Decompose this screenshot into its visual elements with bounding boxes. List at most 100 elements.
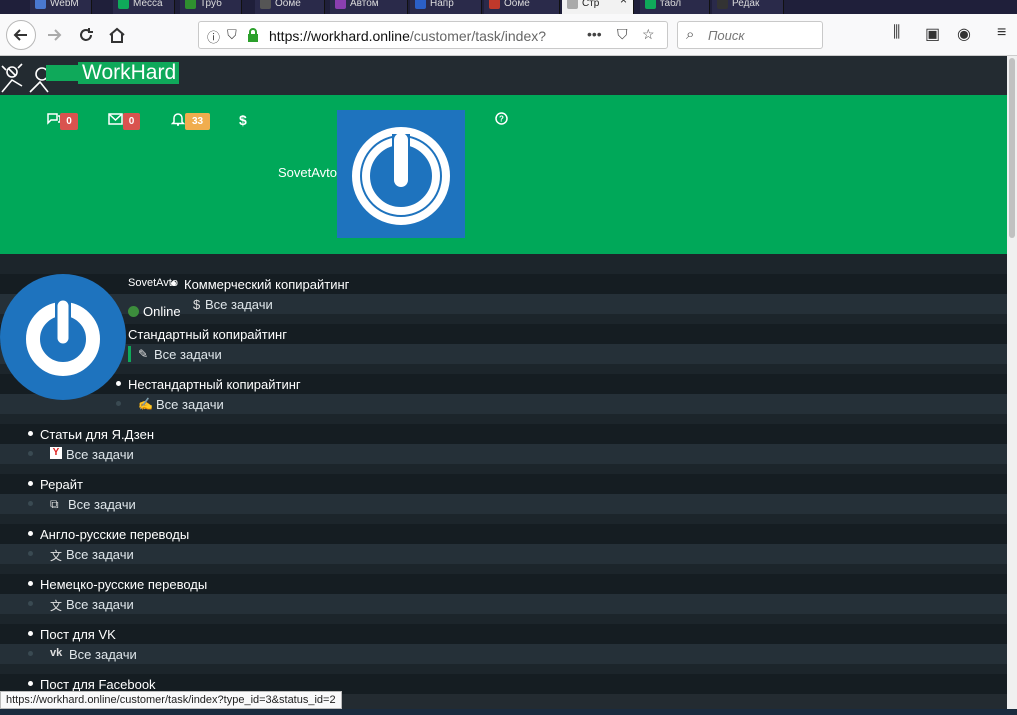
- menu-subitem[interactable]: 文 Все задачи: [0, 544, 1007, 564]
- category-label: Пост для VK: [40, 627, 116, 642]
- reload-button[interactable]: [72, 21, 100, 49]
- bell-icon[interactable]: [170, 112, 186, 129]
- comments-icon[interactable]: [46, 112, 61, 128]
- browser-tab[interactable]: Автом: [330, 0, 408, 14]
- bookmark-star-icon[interactable]: ☆: [642, 26, 655, 43]
- bullet: [116, 381, 121, 386]
- envelope-icon[interactable]: [108, 112, 123, 128]
- browser-tab-active[interactable]: Стр ×: [562, 0, 634, 14]
- menu-hamburger-icon[interactable]: ≡: [997, 24, 1006, 42]
- arrow-left-icon: [13, 29, 27, 41]
- pocket-icon[interactable]: ⛉: [617, 26, 628, 43]
- online-dot-icon: [128, 306, 139, 317]
- edit-icon: ✍: [138, 397, 153, 411]
- search-bar[interactable]: ⌕ Поиск: [677, 21, 823, 49]
- category-label: Рерайт: [40, 477, 84, 492]
- header-username[interactable]: SovetAvto: [278, 165, 337, 180]
- dollar-icon[interactable]: $: [239, 112, 247, 128]
- site-header: WorkHard: [0, 56, 1007, 95]
- link-status-bar: https://workhard.online/customer/task/in…: [0, 691, 342, 709]
- profile-name[interactable]: SovetAvto: [128, 277, 178, 289]
- home-button[interactable]: [103, 21, 131, 49]
- header-avatar[interactable]: [337, 110, 465, 238]
- category-label: Немецко-русские переводы: [40, 577, 208, 592]
- sidebar-icon[interactable]: ▣: [925, 24, 940, 44]
- menu-subitem[interactable]: ⧉ Все задачи: [0, 494, 1007, 514]
- search-icon: ⌕: [686, 26, 695, 43]
- category-label: Стандартный копирайтинг: [128, 327, 287, 342]
- tab-favicon-icon: [489, 0, 500, 9]
- menu-subitem[interactable]: ✍ Все задачи: [0, 394, 1007, 414]
- page-actions-icon[interactable]: •••: [587, 26, 602, 42]
- browser-tab[interactable]: табл: [640, 0, 710, 14]
- subitem-label: Все задачи: [66, 547, 134, 562]
- user-header: 0 0 33 $ SovetAvto ?: [0, 95, 1007, 254]
- tab-favicon-icon: [118, 0, 129, 9]
- menu-subitem-active[interactable]: ✎ Все задачи: [0, 344, 1007, 364]
- reload-icon: [80, 28, 93, 41]
- category-label: Пост для Facebook: [40, 677, 156, 692]
- forward-button[interactable]: [40, 21, 68, 49]
- bullet: [28, 431, 33, 436]
- brand-name[interactable]: WorkHard: [78, 62, 180, 84]
- close-tab-icon[interactable]: ×: [620, 0, 627, 6]
- info-icon[interactable]: ⓘ: [207, 27, 220, 46]
- pencil-icon: ✎: [138, 347, 149, 361]
- account-icon[interactable]: ◉: [957, 24, 971, 44]
- bullet: [28, 651, 33, 656]
- address-bar[interactable]: ⓘ ⛉ https://workhard.online/customer/tas…: [198, 21, 668, 49]
- svg-text:?: ?: [499, 115, 504, 124]
- subitem-label: Все задачи: [69, 647, 137, 662]
- yandex-icon: Y: [50, 447, 62, 459]
- menu-category[interactable]: Стандартный копирайтинг: [0, 324, 1007, 344]
- bullet: [28, 481, 33, 486]
- menu-category[interactable]: Статьи для Я.Дзен: [0, 424, 1007, 444]
- copy-icon: ⧉: [50, 497, 59, 511]
- task-menu: Коммерческий копирайтинг $ Все задачи Ст…: [0, 254, 1007, 694]
- menu-category[interactable]: Пост для VK: [0, 624, 1007, 644]
- subitem-label: Все задачи: [156, 397, 224, 412]
- browser-tab[interactable]: Труб: [180, 0, 242, 14]
- browser-tab[interactable]: WebM: [30, 0, 92, 14]
- subitem-label: Все задачи: [205, 297, 273, 312]
- tab-favicon-icon: [185, 0, 196, 9]
- category-label: Нестандартный копирайтинг: [128, 377, 301, 392]
- menu-category[interactable]: Нестандартный копирайтинг: [0, 374, 1007, 394]
- library-icon[interactable]: ⫼: [893, 24, 900, 42]
- tab-favicon-icon: [415, 0, 426, 9]
- tab-favicon-icon: [260, 0, 271, 9]
- help-icon[interactable]: ?: [495, 112, 508, 128]
- lock-icon: [248, 28, 258, 42]
- browser-tab[interactable]: Ооме: [484, 0, 560, 14]
- bullet: [28, 551, 33, 556]
- translate-icon: 文: [50, 599, 63, 613]
- menu-subitem[interactable]: Y Все задачи: [0, 444, 1007, 464]
- bullet: [28, 681, 33, 686]
- subitem-label: Все задачи: [66, 447, 134, 462]
- browser-tab[interactable]: Месса: [113, 0, 175, 14]
- menu-subitem[interactable]: vk Все задачи: [0, 644, 1007, 664]
- menu-category[interactable]: Англо-русские переводы: [0, 524, 1007, 544]
- browser-tab[interactable]: Редак: [712, 0, 784, 14]
- brand-highlight: [46, 65, 82, 81]
- back-button[interactable]: [6, 20, 36, 50]
- menu-subitem[interactable]: 文 Все задачи: [0, 594, 1007, 614]
- category-label: Коммерческий копирайтинг: [184, 277, 350, 292]
- shield-icon[interactable]: ⛉: [227, 27, 237, 43]
- page-scrollbar[interactable]: [1007, 56, 1017, 715]
- menu-category[interactable]: Немецко-русские переводы: [0, 574, 1007, 594]
- subitem-label: Все задачи: [68, 497, 136, 512]
- category-label: Статьи для Я.Дзен: [40, 427, 155, 442]
- active-indicator: [128, 346, 131, 362]
- notifications-count-badge: 33: [185, 113, 210, 130]
- browser-tab[interactable]: Напр: [410, 0, 482, 14]
- browser-tab[interactable]: Ооме: [255, 0, 325, 14]
- search-placeholder: Поиск: [708, 28, 745, 43]
- tab-favicon-icon: [717, 0, 728, 9]
- scrollbar-thumb[interactable]: [1009, 58, 1015, 238]
- online-status: Online: [128, 304, 181, 319]
- menu-category[interactable]: Рерайт: [0, 474, 1007, 494]
- url-text[interactable]: https://workhard.online/customer/task/in…: [269, 28, 579, 44]
- category-label: Англо-русские переводы: [40, 527, 190, 542]
- profile-avatar[interactable]: [0, 274, 126, 400]
